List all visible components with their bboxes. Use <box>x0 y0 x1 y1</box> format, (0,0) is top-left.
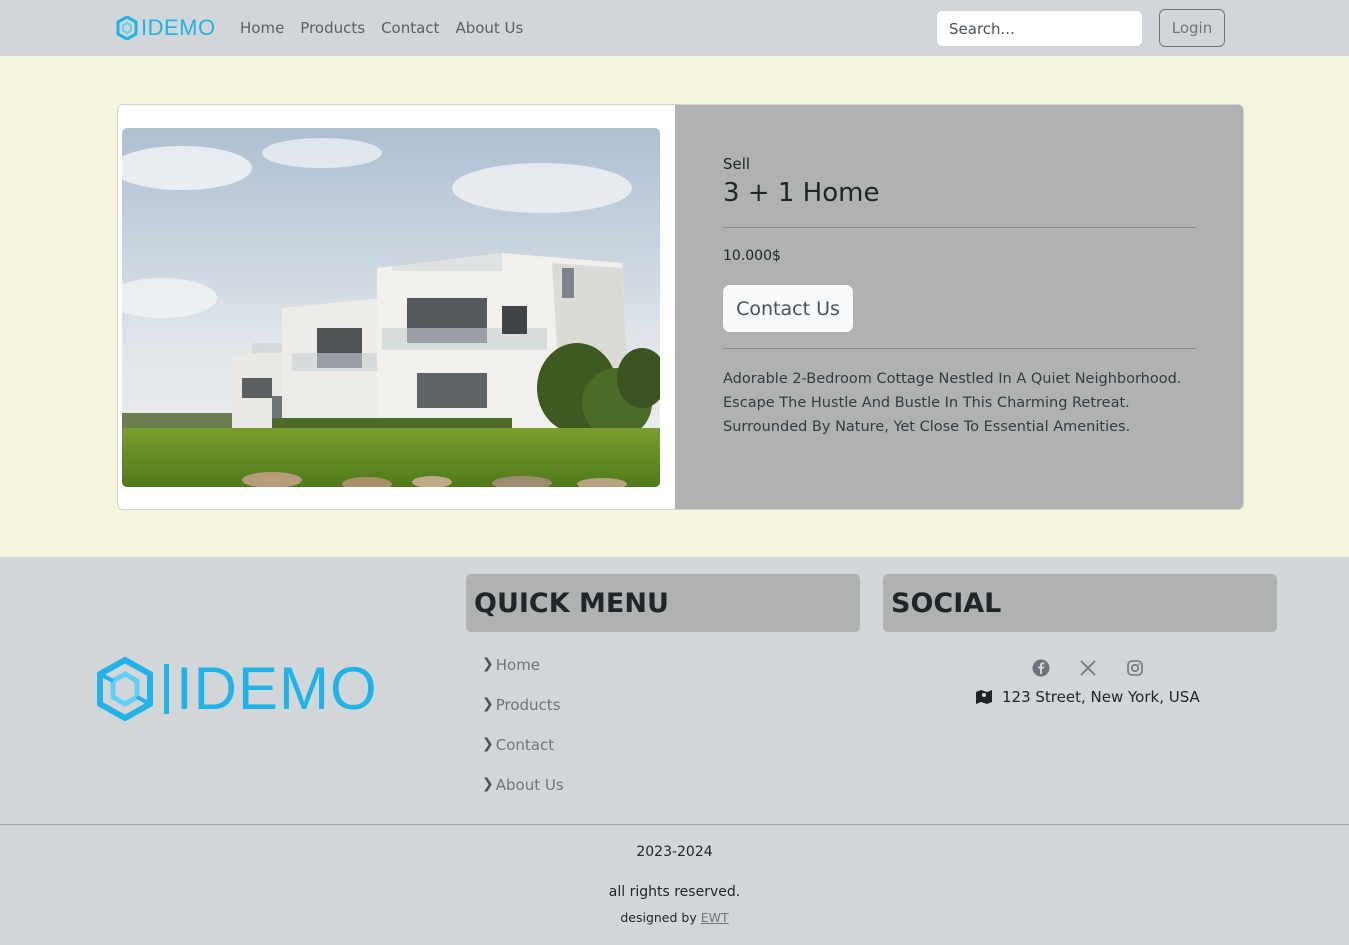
rights-text: all rights reserved. <box>608 884 741 900</box>
quick-menu-label: Products <box>495 696 561 714</box>
chevron-right-icon: ❯ <box>482 656 494 672</box>
brand-logo[interactable]: IDEMO <box>116 14 216 42</box>
quick-menu-list: ❯ Home ❯ Products ❯ Contact ❯ About Us <box>482 656 564 816</box>
quick-menu-item-products[interactable]: ❯ Products <box>482 696 564 736</box>
navbar: IDEMO Home Products Contact About Us Log… <box>0 0 1349 56</box>
nav-link-about[interactable]: About Us <box>455 17 523 39</box>
listing-description: Adorable 2-Bedroom Cottage Nestled In A … <box>723 371 1182 435</box>
designed-by: designed by EWT <box>0 910 1349 925</box>
x-icon[interactable] <box>1078 658 1098 678</box>
quick-menu-item-about[interactable]: ❯ About Us <box>482 776 564 816</box>
designer-link[interactable]: EWT <box>701 910 729 925</box>
address: 123 Street, New York, USA <box>975 688 1200 706</box>
footer-brand-text: IDEMO <box>176 655 378 722</box>
brand-text: IDEMO <box>141 15 216 40</box>
social-icons <box>1031 658 1145 678</box>
chevron-right-icon: ❯ <box>482 776 494 792</box>
copyright-years: 2023-2024 <box>636 844 713 860</box>
quick-menu-item-contact[interactable]: ❯ Contact <box>482 736 564 776</box>
login-button[interactable]: Login <box>1159 9 1225 47</box>
logo-bar-icon <box>164 664 169 714</box>
footer-brand-logo[interactable]: IDEMO <box>96 657 378 721</box>
chevron-right-icon: ❯ <box>482 696 494 712</box>
search-input[interactable] <box>936 10 1143 47</box>
listing-price: 10.000$ <box>723 248 781 264</box>
nav-link-products[interactable]: Products <box>300 17 365 39</box>
divider <box>723 227 1196 228</box>
address-text: 123 Street, New York, USA <box>1002 688 1200 706</box>
quick-menu-item-home[interactable]: ❯ Home <box>482 656 564 696</box>
nav-link-home[interactable]: Home <box>240 17 284 39</box>
nav-links: Home Products Contact About Us <box>240 17 539 39</box>
instagram-icon[interactable] <box>1125 658 1145 678</box>
social-heading: SOCIAL <box>883 574 1277 632</box>
listing-category: Sell <box>723 155 751 173</box>
listing-details: Sell 3 + 1 Home 10.000$ Contact Us Adora… <box>675 105 1243 509</box>
footer: IDEMO QUICK MENU ❯ Home ❯ Products ❯ Contac… <box>0 557 1349 945</box>
facebook-icon[interactable] <box>1031 658 1051 678</box>
nav-link-contact[interactable]: Contact <box>381 17 439 39</box>
divider <box>723 348 1196 349</box>
listing-card: Sell 3 + 1 Home 10.000$ Contact Us Adora… <box>117 104 1244 510</box>
contact-us-button[interactable]: Contact Us <box>723 285 853 332</box>
map-icon <box>976 690 992 704</box>
quick-menu-label: Home <box>495 656 541 674</box>
chevron-right-icon: ❯ <box>482 736 494 752</box>
footer-divider <box>0 824 1349 825</box>
listing-title: 3 + 1 Home <box>723 178 880 208</box>
designed-by-prefix: designed by <box>620 910 697 925</box>
quick-menu-label: About Us <box>495 776 564 794</box>
hexagon-logo-icon <box>116 16 138 40</box>
house-image <box>122 128 660 487</box>
hexagon-logo-icon <box>97 657 153 721</box>
quick-menu-heading: QUICK MENU <box>466 574 860 632</box>
quick-menu-label: Contact <box>495 736 555 754</box>
